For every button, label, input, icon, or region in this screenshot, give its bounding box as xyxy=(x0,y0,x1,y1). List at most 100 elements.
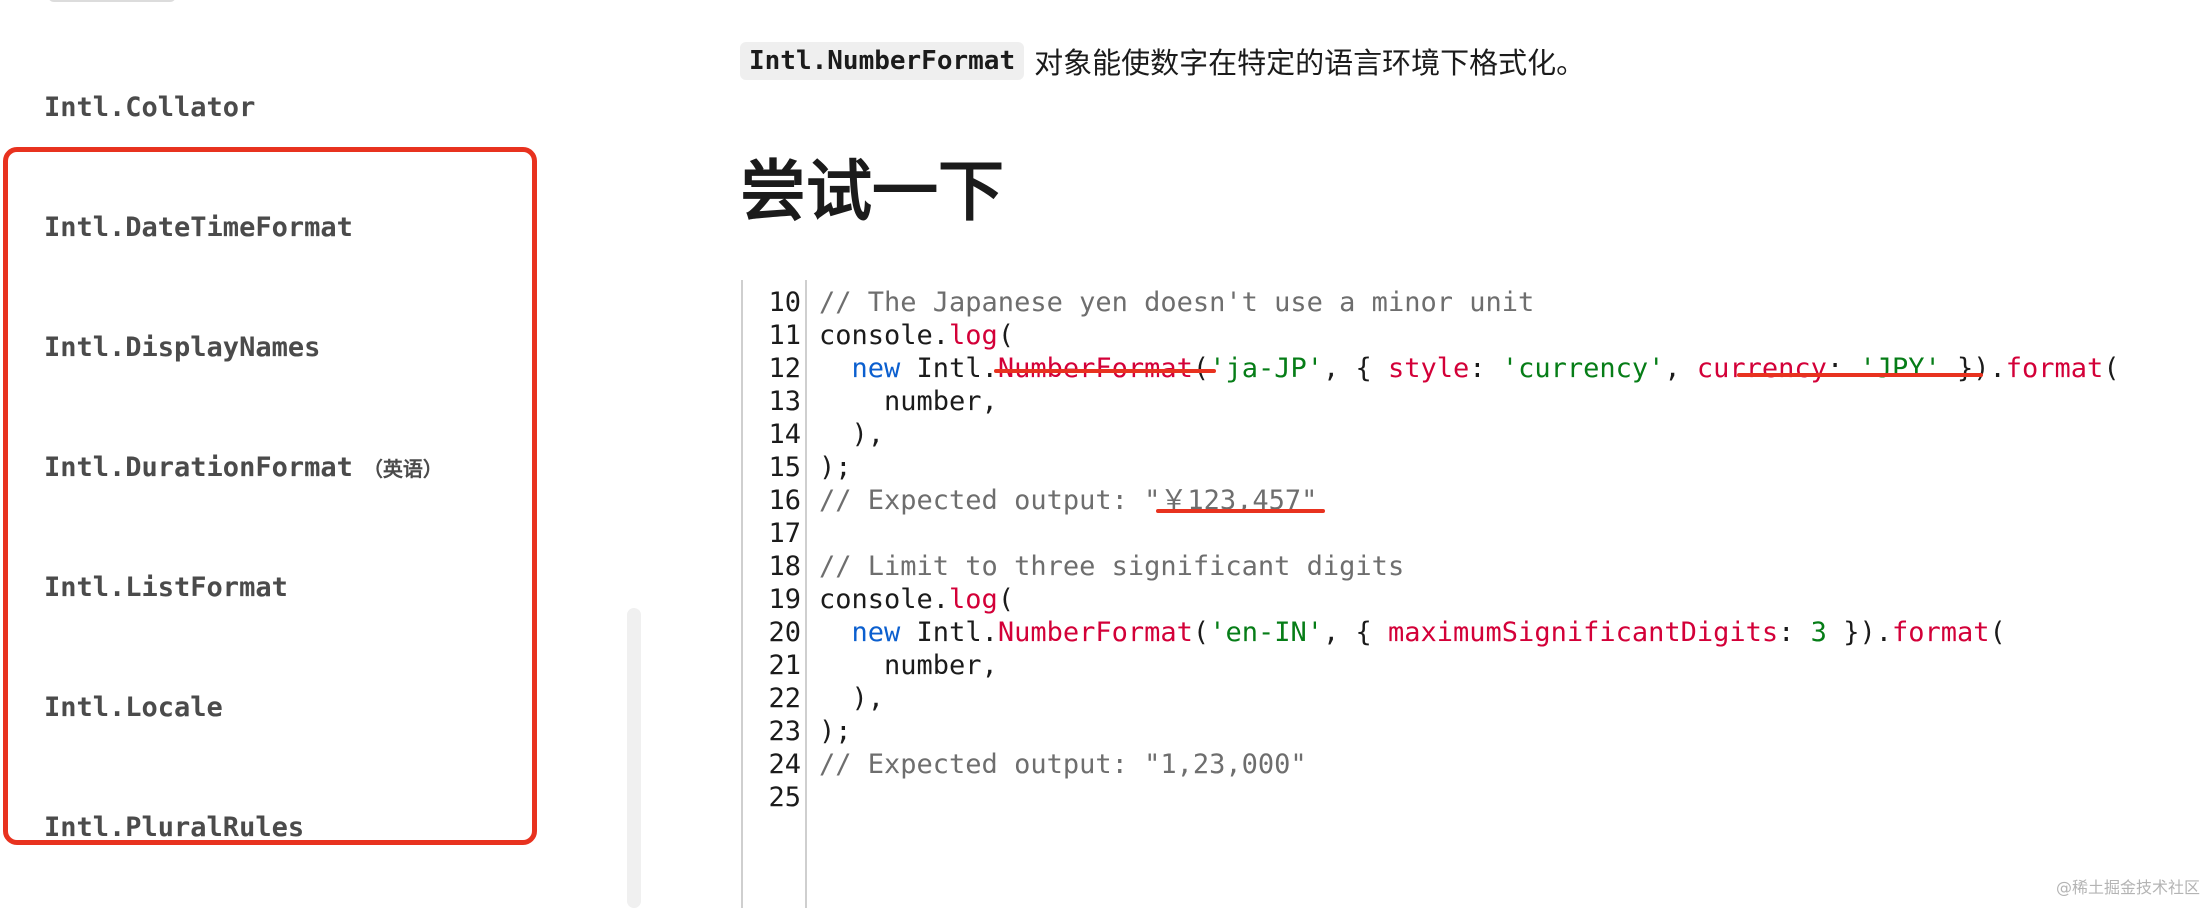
line-number: 15 xyxy=(768,452,801,483)
highlight-box xyxy=(3,147,537,845)
line-number: 10 xyxy=(768,287,801,318)
code-token-plain: console. xyxy=(819,584,950,615)
code-line: console.log( xyxy=(819,583,1014,616)
sidebar-item-listformat[interactable]: Intl.ListFormat xyxy=(44,568,288,608)
line-number: 23 xyxy=(768,716,801,747)
sidebar-item-label: Intl.Locale xyxy=(44,692,223,723)
code-token-plain: ( xyxy=(2103,353,2120,384)
code-token-plain: Intl. xyxy=(900,617,998,648)
code-token-string: 'en-IN' xyxy=(1209,617,1323,648)
code-token-plain: }). xyxy=(1940,353,2006,384)
code-token-plain: , xyxy=(1664,353,1697,384)
line-number: 24 xyxy=(768,749,801,780)
code-editor[interactable]: 10 // The Japanese yen doesn't use a mino… xyxy=(741,280,2181,908)
line-number: 11 xyxy=(768,320,801,351)
code-token-plain: : xyxy=(1826,353,1860,384)
code-token-prop: currency xyxy=(1696,353,1827,384)
code-token-func: NumberFormat xyxy=(997,617,1193,648)
code-line: ); xyxy=(819,715,852,748)
line-number: 14 xyxy=(768,419,801,450)
sidebar-item-label: Intl.Collator xyxy=(44,92,256,123)
sidebar-item-locale[interactable]: Intl.Locale xyxy=(44,688,223,728)
annotation-underline-numberformat xyxy=(994,369,1216,373)
annotation-underline-currency xyxy=(1737,373,1983,377)
code-line: // Expected output: "1,23,000" xyxy=(819,748,1307,781)
line-number: 18 xyxy=(768,551,801,582)
code-token-num: 3 xyxy=(1810,617,1827,648)
code-token-comment: // Expected output: "1,23,000" xyxy=(819,749,1307,780)
code-token-comment: // The Japanese yen doesn't use a minor … xyxy=(819,287,1535,318)
sidebar-item-label: Intl.ListFormat xyxy=(44,572,288,603)
code-line: console.log( xyxy=(819,319,1014,352)
code-token-plain: ( xyxy=(1192,617,1210,648)
code-token-plain: Intl. xyxy=(900,353,998,384)
code-token-keyword: new xyxy=(851,617,901,648)
code-token-plain: ( xyxy=(1989,617,2006,648)
intro-paragraph: Intl.NumberFormat 对象能使数字在特定的语言环境下格式化。 xyxy=(740,38,1585,84)
code-token-plain: , { xyxy=(1322,353,1389,384)
code-line: ); xyxy=(819,451,852,484)
code-token-plain: number, xyxy=(819,650,998,681)
line-number: 21 xyxy=(768,650,801,681)
sidebar-item-displaynames[interactable]: Intl.DisplayNames xyxy=(44,328,320,368)
code-line: ), xyxy=(819,418,885,451)
code-token-plain: ); xyxy=(819,452,852,483)
code-token-string: 'currency' xyxy=(1501,353,1665,384)
line-number: 22 xyxy=(768,683,801,714)
code-line: // The Japanese yen doesn't use a minor … xyxy=(819,286,1534,319)
code-token-string: 'ja-JP' xyxy=(1209,353,1323,384)
sidebar-item-label: Intl.DisplayNames xyxy=(44,332,321,363)
sidebar-item-lang-tag: （英语） xyxy=(362,457,443,481)
code-token-func: format xyxy=(2005,353,2104,384)
section-heading: 尝试一下 xyxy=(740,153,1004,230)
code-token-plain: }). xyxy=(1826,617,1892,648)
code-token-prop: style xyxy=(1388,353,1470,384)
sidebar-item-label: Intl.DurationFormat xyxy=(44,452,353,483)
code-token-plain: console. xyxy=(819,320,950,351)
code-line: number, xyxy=(819,385,998,418)
code-token-plain: ( xyxy=(997,584,1015,615)
line-number: 17 xyxy=(768,518,801,549)
code-token-prop: maximumSignificantDigits xyxy=(1388,617,1779,648)
page: Intl.Collator Intl.DateTimeFormat Intl.D… xyxy=(0,0,2208,908)
code-token-string: 'JPY' xyxy=(1859,353,1941,384)
watermark: @稀土掘金技术社区 xyxy=(2055,878,2200,897)
code-line: // Limit to three significant digits xyxy=(819,550,1404,583)
sidebar-item-pluralrules[interactable]: Intl.PluralRules xyxy=(44,808,304,848)
code-token-plain: , { xyxy=(1322,617,1389,648)
line-number: 12 xyxy=(768,353,801,384)
code-line: number, xyxy=(819,649,998,682)
line-number: 20 xyxy=(768,617,801,648)
inline-code: Intl.NumberFormat xyxy=(740,42,1025,80)
sidebar-item-durationformat[interactable]: Intl.DurationFormat （英语） xyxy=(44,448,443,489)
sidebar-item-datetimeformat[interactable]: Intl.DateTimeFormat xyxy=(44,208,353,248)
code-token-keyword: new xyxy=(851,353,901,384)
sidebar-top-pill xyxy=(48,0,176,2)
code-line: new Intl.NumberFormat('en-IN', { maximum… xyxy=(819,616,2006,649)
code-token-comment: // Limit to three significant digits xyxy=(819,551,1405,582)
code-token-func: log xyxy=(949,320,998,351)
sidebar-item-collator[interactable]: Intl.Collator xyxy=(44,88,255,128)
code-token-func: format xyxy=(1891,617,1990,648)
code-token-func: log xyxy=(949,584,998,615)
code-token-plain: ); xyxy=(819,716,852,747)
line-number: 19 xyxy=(768,584,801,615)
sidebar-item-label: Intl.DateTimeFormat xyxy=(44,212,353,243)
code-line: ), xyxy=(819,682,885,715)
sidebar-scrollbar[interactable] xyxy=(627,608,641,908)
sidebar-item-label: Intl.PluralRules xyxy=(44,812,305,843)
line-number: 13 xyxy=(768,386,801,417)
code-token-plain: ), xyxy=(819,419,885,450)
code-token-plain: : xyxy=(1469,353,1502,384)
intro-text: 对象能使数字在特定的语言环境下格式化。 xyxy=(1034,46,1586,80)
annotation-underline-output xyxy=(1156,509,1325,513)
code-token-plain: number, xyxy=(819,386,998,417)
code-token-plain: ( xyxy=(997,320,1015,351)
line-number: 16 xyxy=(768,485,801,516)
line-number: 25 xyxy=(768,782,801,813)
code-token-plain: ), xyxy=(819,683,885,714)
sidebar-nav: Intl.Collator Intl.DateTimeFormat Intl.D… xyxy=(0,0,641,908)
code-token-plain: : xyxy=(1778,617,1811,648)
